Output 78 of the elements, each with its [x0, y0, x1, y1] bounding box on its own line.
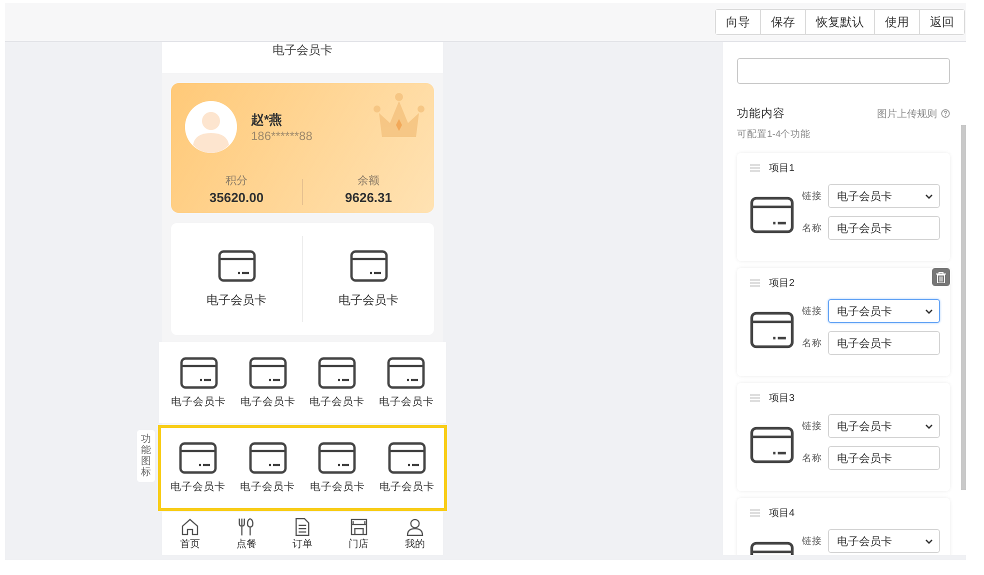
item-title: 项目2: [769, 277, 795, 290]
icon-label[interactable]: 电子会员卡: [310, 394, 365, 408]
drag-handle-icon[interactable]: [750, 279, 760, 287]
link-select[interactable]: 电子会员卡: [828, 529, 940, 553]
card-icon: [350, 250, 388, 282]
help-icon[interactable]: [941, 109, 950, 118]
rule-link[interactable]: 图片上传规则: [877, 106, 937, 120]
entry-label[interactable]: 电子会员卡: [338, 292, 398, 308]
stat-value: 9626.31: [345, 190, 392, 205]
tab-item[interactable]: 点餐: [226, 516, 266, 550]
item-title: 项目1: [769, 162, 795, 175]
tab-item[interactable]: 订单: [282, 516, 322, 550]
drag-handle-icon[interactable]: [750, 509, 760, 517]
icon-row[interactable]: 电子会员卡 电子会员卡 电子会员卡 电子会员卡: [159, 342, 446, 423]
side-tag[interactable]: 功能图标: [137, 430, 155, 482]
card-icon: [218, 250, 256, 282]
card-icon: [318, 442, 356, 474]
icon-label[interactable]: 电子会员卡: [380, 480, 435, 494]
avatar-icon: [185, 101, 237, 153]
icon-label[interactable]: 电子会员卡: [310, 480, 365, 494]
field-label: 链接: [802, 190, 822, 202]
home-icon: [180, 516, 200, 536]
chevron-down-icon: [925, 194, 933, 198]
section-title: 功能内容: [737, 106, 785, 121]
item-title: 项目3: [769, 392, 795, 405]
card-icon: [388, 442, 426, 474]
input-field[interactable]: [737, 58, 950, 84]
link-select[interactable]: 电子会员卡: [828, 184, 940, 208]
fork-spoon-icon: [236, 516, 256, 536]
stat-value: 35620.00: [209, 190, 264, 205]
drag-handle-icon[interactable]: [750, 164, 760, 172]
name-input[interactable]: 电子会员卡: [828, 446, 940, 470]
card-icon: [318, 356, 356, 388]
name-input[interactable]: 电子会员卡: [828, 331, 940, 355]
field-label: 名称: [802, 336, 822, 350]
field-label: 链接: [802, 420, 822, 432]
trash-icon: [936, 272, 946, 282]
toolbar-button[interactable]: 返回: [919, 10, 964, 34]
card-icon: [180, 356, 218, 388]
card-icon: [178, 442, 217, 474]
store-icon: [348, 516, 369, 536]
link-select[interactable]: 电子会员卡: [828, 299, 940, 323]
field-label: 链接: [802, 304, 822, 318]
member-phone: 186******88: [251, 129, 312, 143]
tab-item[interactable]: 首页: [170, 516, 210, 550]
field-label: 名称: [802, 452, 822, 464]
icon-label[interactable]: 电子会员卡: [171, 394, 226, 408]
hint-text: 可配置1-4个功能: [737, 128, 812, 141]
tab-item[interactable]: 我的: [394, 516, 435, 550]
icon-label[interactable]: 电子会员卡: [240, 394, 296, 408]
entry-label[interactable]: 电子会员卡: [206, 292, 266, 308]
drag-handle-icon[interactable]: [750, 394, 760, 402]
scrollbar[interactable]: [961, 125, 966, 490]
link-select[interactable]: 电子会员卡: [828, 414, 940, 438]
name-input[interactable]: 电子会员卡: [828, 216, 940, 240]
person-icon: [404, 516, 425, 536]
card-icon: [248, 356, 287, 388]
field-label: 链接: [802, 534, 822, 548]
chevron-down-icon: [925, 424, 933, 428]
icon-label[interactable]: 电子会员卡: [378, 394, 434, 408]
crown-icon: [373, 93, 425, 139]
icon-label[interactable]: 电子会员卡: [240, 480, 296, 494]
chevron-down-icon: [925, 538, 933, 544]
card-icon: [387, 356, 426, 388]
stat-label: 积分: [226, 174, 248, 188]
chevron-down-icon: [925, 308, 933, 314]
icon-label[interactable]: 电子会员卡: [170, 480, 226, 494]
field-label: 名称: [802, 222, 822, 234]
member-name: 赵*燕: [251, 111, 284, 129]
tab-item[interactable]: 门店: [338, 516, 379, 550]
card-icon: [750, 196, 794, 234]
card-icon: [750, 311, 794, 349]
delete-button[interactable]: [932, 268, 950, 286]
card-icon: [750, 426, 794, 464]
page-title: 电子会员卡: [272, 43, 332, 57]
card-icon: [248, 442, 287, 474]
stat-label: 余额: [358, 174, 380, 188]
item-title: 项目4: [769, 507, 795, 520]
